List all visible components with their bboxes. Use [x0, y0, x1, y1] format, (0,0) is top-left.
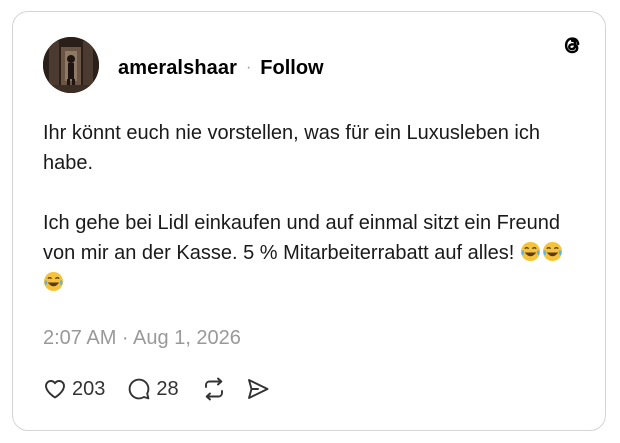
post-timestamp: 2:07 AM · Aug 1, 2026: [43, 327, 241, 349]
like-count: 203: [72, 377, 106, 400]
reply-count: 28: [156, 377, 179, 400]
repost-icon: [204, 377, 223, 401]
separator-dot: ·: [245, 59, 252, 76]
repost-button[interactable]: [201, 376, 227, 402]
share-icon: [247, 379, 269, 399]
username[interactable]: ameralshaar: [118, 57, 237, 80]
face-with-tears-of-joy-icon: [520, 241, 540, 262]
post-paragraph-2: Ich gehe bei Lidl einkaufen und auf einm…: [43, 208, 583, 298]
face-with-tears-of-joy-icon: [542, 241, 562, 262]
post-header: ameralshaar · Follow: [118, 56, 324, 80]
post-card: ameralshaar · Follow Ihr könnt euch nie …: [12, 11, 606, 431]
share-button[interactable]: [245, 376, 271, 402]
post-paragraph-1: Ihr könnt euch nie vorstellen, was für e…: [43, 122, 540, 174]
post-paragraph-2-text: Ich gehe bei Lidl einkaufen und auf einm…: [43, 212, 561, 264]
threads-logo-icon[interactable]: [559, 32, 585, 58]
avatar[interactable]: [43, 37, 99, 93]
follow-button[interactable]: Follow: [260, 57, 323, 80]
heart-icon: [45, 380, 65, 399]
reply-button[interactable]: 28: [127, 377, 179, 401]
like-button[interactable]: 203: [43, 377, 105, 401]
comment-icon: [129, 378, 150, 400]
post-body: Ihr könnt euch nie vorstellen, was für e…: [43, 118, 583, 298]
action-bar: 203 28: [43, 375, 271, 403]
avatar-photo: [43, 37, 99, 93]
face-with-tears-of-joy-icon: [43, 271, 64, 292]
